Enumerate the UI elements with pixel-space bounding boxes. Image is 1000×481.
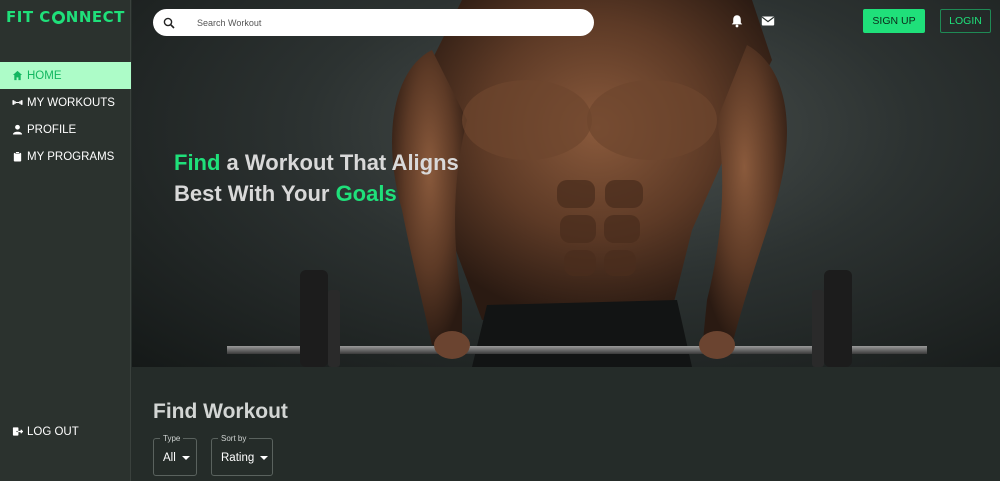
sidebar-item-my-programs[interactable]: MY PROGRAMS [0,143,131,170]
type-select[interactable]: Type All [153,434,197,476]
login-button[interactable]: LOGIN [940,9,991,33]
hero-accent-goals: Goals [335,181,397,206]
dumbbell-icon [11,97,23,109]
type-select-value: All [163,452,190,464]
hero-line2-start: Best With Your [174,181,336,206]
person-icon [11,124,23,136]
sort-select-value-text: Rating [221,452,255,464]
type-select-value-text: All [163,452,176,464]
sidebar-item-label: HOME [27,69,62,82]
app-logo[interactable]: FIT C NNECT [6,8,125,26]
hero-line1-rest: a Workout That Aligns [220,150,459,175]
clipboard-icon [11,151,23,163]
type-select-label: Type [160,434,184,443]
signup-button[interactable]: SIGN UP [863,9,925,33]
hero-heading: Find a Workout That Aligns Best With You… [174,147,514,209]
search-icon[interactable] [163,17,175,29]
logout-icon [11,426,23,438]
sidebar-item-home[interactable]: HOME [0,62,131,89]
home-icon [11,70,23,82]
find-workout-title: Find Workout [153,400,288,423]
hero-accent-find: Find [174,150,221,175]
sidebar-item-my-workouts[interactable]: MY WORKOUTS [0,89,131,116]
mail-icon[interactable] [761,14,775,28]
logout-section: LOG OUT [0,418,131,445]
logo-ring-icon [51,10,65,24]
sidebar-item-label: MY WORKOUTS [27,96,115,109]
sidebar-item-label: MY PROGRAMS [27,150,115,163]
sidebar: FIT C NNECT HOME MY WORKOUTS PROFILE MY P… [0,0,131,481]
search-bar[interactable] [153,9,594,36]
logout-button[interactable]: LOG OUT [0,418,131,445]
logo-text-left: FIT C [6,8,51,26]
logo-text-right: NNECT [65,8,125,26]
sidebar-item-profile[interactable]: PROFILE [0,116,131,143]
sort-select-label: Sort by [218,434,250,443]
search-input[interactable] [197,17,557,28]
chevron-down-icon [181,456,190,460]
sidebar-nav: HOME MY WORKOUTS PROFILE MY PROGRAMS [0,62,131,170]
bell-icon[interactable] [730,14,744,28]
sort-select[interactable]: Sort by Rating [211,434,273,476]
sidebar-item-label: PROFILE [27,123,77,136]
sort-select-value: Rating [221,452,269,464]
chevron-down-icon [260,456,269,460]
logout-label: LOG OUT [27,425,79,438]
hero-banner: Find a Workout That Aligns Best With You… [132,0,1000,367]
